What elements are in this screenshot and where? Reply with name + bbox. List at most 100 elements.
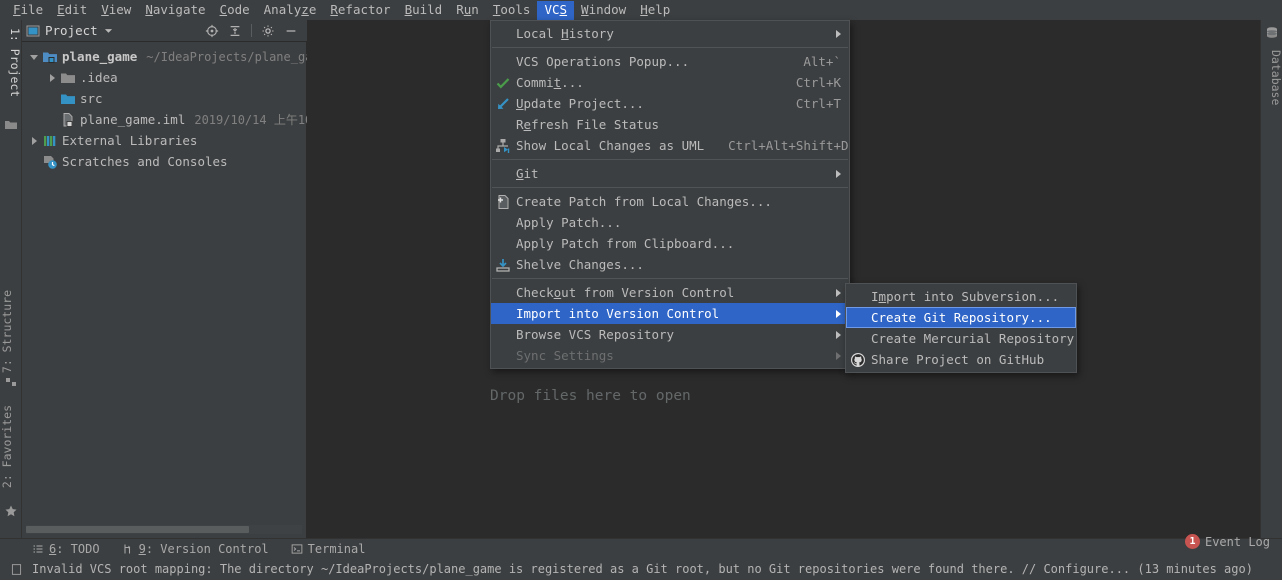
menu-separator	[492, 47, 848, 48]
left-tool-window-strip: 1: Project 7: Structure 2: Favorites	[0, 20, 22, 538]
menu-item-local-history[interactable]: Local History	[491, 23, 849, 44]
tree-node-scratches-and-consoles[interactable]: Scratches and Consoles	[22, 151, 306, 172]
source-folder-icon	[60, 91, 76, 107]
menubar-item-vcs[interactable]: VCS	[537, 0, 575, 20]
tree-expand-arrow-icon[interactable]	[28, 134, 42, 148]
menubar-item-window[interactable]: Window	[574, 1, 633, 20]
submenu-item-label: Share Project on GitHub	[871, 352, 1045, 367]
menu-item-create-patch-from-local-changes[interactable]: Create Patch from Local Changes...	[491, 191, 849, 212]
menu-item-label: Checkout from Version Control	[516, 285, 735, 300]
menu-item-vcs-operations-popup[interactable]: VCS Operations Popup... Alt+`	[491, 51, 849, 72]
submenu-arrow-icon	[836, 29, 841, 38]
submenu-item-import-into-subversion[interactable]: Import into Subversion...	[846, 286, 1076, 307]
shelve-icon	[495, 257, 511, 273]
sidebar-item-database[interactable]: Database	[1261, 46, 1282, 105]
menu-item-show-local-changes-as-uml[interactable]: Show Local Changes as UML Ctrl+Alt+Shift+…	[491, 135, 849, 156]
menubar-item-help[interactable]: Help	[633, 1, 677, 20]
submenu-item-label: Create Mercurial Repository	[871, 331, 1075, 346]
menu-item-checkout-from-version-control[interactable]: Checkout from Version Control	[491, 282, 849, 303]
menubar-item-edit[interactable]: Edit	[50, 1, 94, 20]
menubar-item-view[interactable]: View	[94, 1, 138, 20]
event-log-label: Event Log	[1204, 534, 1270, 549]
sidebar-item-project[interactable]: 1: Project	[0, 24, 22, 97]
submenu-arrow-icon	[836, 169, 841, 178]
menu-item-refresh-file-status[interactable]: Refresh File Status	[491, 114, 849, 135]
project-panel-title: Project	[45, 23, 98, 38]
sidebar-item-structure-label: 7: Structure	[0, 290, 14, 374]
gear-icon[interactable]	[261, 24, 275, 38]
menubar-item-build[interactable]: Build	[398, 1, 450, 20]
menu-item-label: Apply Patch...	[516, 215, 622, 230]
hide-minimize-icon[interactable]	[284, 24, 298, 38]
right-tool-window-strip: Database	[1260, 20, 1282, 538]
bottom-tool-window-label: 6: TODO	[49, 541, 100, 556]
menu-item-shelve-changes[interactable]: Shelve Changes...	[491, 254, 849, 275]
submenu-arrow-icon	[836, 351, 841, 360]
tree-node-label: src	[80, 91, 103, 106]
menubar-item-refactor[interactable]: Refactor	[323, 1, 397, 20]
update-arrow-icon	[495, 96, 511, 112]
project-window-icon	[26, 25, 40, 36]
menubar-item-code[interactable]: Code	[213, 1, 257, 20]
menubar-item-file[interactable]: File	[6, 1, 50, 20]
menu-item-label: Commit...	[516, 75, 584, 90]
menu-item-commit[interactable]: Commit... Ctrl+K	[491, 72, 849, 93]
status-bar-message[interactable]: Invalid VCS root mapping: The directory …	[32, 562, 1253, 576]
github-icon	[850, 352, 866, 368]
submenu-item-label: Import into Subversion...	[871, 289, 1060, 304]
tree-node-external-libraries[interactable]: External Libraries	[22, 130, 306, 151]
tree-node-sublabel: ~/IdeaProjects/plane_gam	[146, 49, 320, 64]
bottom-tool-window-9-version-control[interactable]: 9: Version Control	[122, 542, 269, 556]
menu-item-browse-vcs-repository[interactable]: Browse VCS Repository	[491, 324, 849, 345]
menu-separator	[492, 159, 848, 160]
submenu-item-share-project-on-github[interactable]: Share Project on GitHub	[846, 349, 1076, 370]
submenu-item-label: Create Git Repository...	[871, 310, 1052, 325]
menubar-item-tools[interactable]: Tools	[486, 1, 538, 20]
sidebar-item-favorites-label: 2: Favorites	[0, 405, 14, 489]
menu-item-apply-patch[interactable]: Apply Patch...	[491, 212, 849, 233]
sidebar-item-favorites[interactable]: 2: Favorites	[0, 405, 22, 492]
libraries-icon	[42, 133, 58, 149]
project-tree[interactable]: plane_game ~/IdeaProjects/plane_gam .idea s…	[22, 42, 320, 538]
collapse-all-icon[interactable]	[228, 24, 242, 38]
menu-item-sync-settings: Sync Settings	[491, 345, 849, 366]
project-tree-hscrollbar[interactable]	[26, 525, 302, 534]
submenu-arrow-icon	[836, 330, 841, 339]
tree-node--idea[interactable]: .idea	[22, 67, 306, 88]
bottom-tool-window-terminal[interactable]: Terminal	[291, 542, 365, 556]
menu-item-shortcut: Ctrl+Alt+Shift+D	[728, 138, 849, 153]
menu-item-label: Show Local Changes as UML	[516, 138, 705, 153]
sidebar-item-project-label: 1: Project	[8, 28, 22, 98]
database-icon	[1267, 27, 1277, 38]
submenu-item-create-git-repository[interactable]: Create Git Repository...	[846, 307, 1076, 328]
menu-item-label: Create Patch from Local Changes...	[516, 194, 772, 209]
tree-node-src[interactable]: src	[22, 88, 306, 109]
locate-target-icon[interactable]	[205, 24, 219, 38]
submenu-arrow-icon	[836, 288, 841, 297]
sidebar-item-structure[interactable]: 7: Structure	[0, 290, 22, 377]
tree-expand-arrow-icon[interactable]	[28, 50, 42, 64]
chevron-down-icon[interactable]	[104, 26, 113, 35]
menu-item-git[interactable]: Git	[491, 163, 849, 184]
menubar-item-run[interactable]: Run	[449, 1, 486, 20]
menubar-item-analyze[interactable]: Analyze	[257, 1, 324, 20]
menu-item-update-project[interactable]: Update Project... Ctrl+T	[491, 93, 849, 114]
vcs-dropdown-menu[interactable]: Local History VCS Operations Popup... Alt+…	[490, 20, 850, 369]
menu-item-label: Update Project...	[516, 96, 644, 111]
scrollbar-thumb[interactable]	[26, 526, 249, 533]
menu-item-label: Sync Settings	[516, 348, 614, 363]
import-into-version-control-submenu[interactable]: Import into Subversion... Create Git Repo…	[845, 283, 1077, 373]
menu-item-apply-patch-from-clipboard[interactable]: Apply Patch from Clipboard...	[491, 233, 849, 254]
event-log-button[interactable]: 1 Event Log	[1184, 534, 1270, 549]
submenu-item-create-mercurial-repository[interactable]: Create Mercurial Repository	[846, 328, 1076, 349]
tree-expand-arrow-icon[interactable]	[46, 71, 60, 85]
tree-node-plane-game-iml[interactable]: plane_game.iml 2019/10/14 上午10	[22, 109, 312, 130]
bottom-tool-window-6-todo[interactable]: 6: TODO	[32, 542, 100, 556]
todo-icon	[32, 543, 44, 555]
menu-item-import-into-version-control[interactable]: Import into Version Control	[491, 303, 849, 324]
bottom-tool-window-label: 9: Version Control	[138, 541, 269, 556]
tree-node-plane-game[interactable]: plane_game ~/IdeaProjects/plane_gam	[22, 46, 320, 67]
menubar-item-navigate[interactable]: Navigate	[138, 1, 212, 20]
